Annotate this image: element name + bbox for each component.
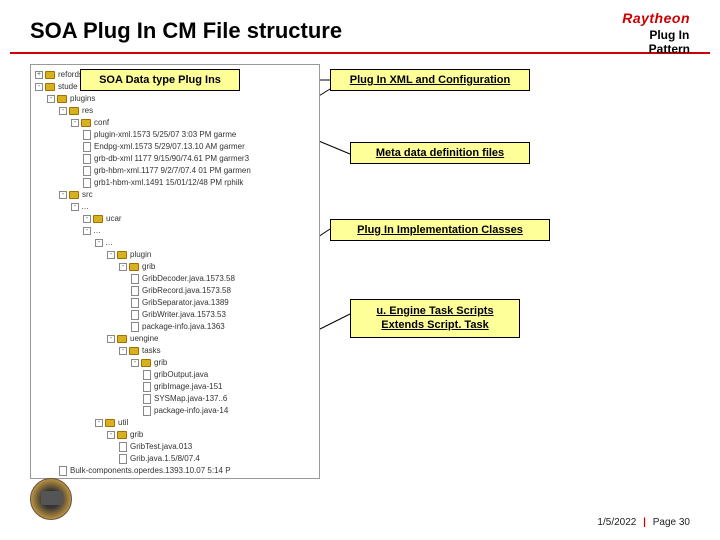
file-icon	[83, 130, 91, 140]
folder-icon	[117, 431, 127, 439]
file-icon	[131, 298, 139, 308]
file-tree: +refordsm -stude rm -plugins -res -conf …	[30, 64, 320, 479]
callout-meta: Meta data definition files	[350, 142, 530, 164]
folder-icon	[117, 251, 127, 259]
page-title: SOA Plug In CM File structure	[30, 18, 690, 44]
file-icon	[131, 322, 139, 332]
folder-icon	[57, 95, 67, 103]
file-icon	[143, 370, 151, 380]
file-icon	[143, 394, 151, 404]
folder-icon	[93, 215, 103, 223]
folder-icon	[129, 347, 139, 355]
file-icon	[83, 166, 91, 176]
folder-icon	[45, 83, 55, 91]
file-icon	[59, 466, 67, 476]
callout-impl: Plug In Implementation Classes	[330, 219, 550, 241]
file-icon	[119, 442, 127, 452]
folder-icon	[117, 335, 127, 343]
file-icon	[131, 274, 139, 284]
file-icon	[83, 154, 91, 164]
pattern-label: Plug In Pattern	[649, 28, 690, 57]
folder-icon	[81, 119, 91, 127]
footer-date: 1/5/2022	[597, 517, 636, 528]
callout-xml-config: Plug In XML and Configuration	[330, 69, 530, 91]
file-icon	[59, 478, 67, 479]
folder-icon	[141, 359, 151, 367]
file-icon	[131, 286, 139, 296]
file-icon	[83, 142, 91, 152]
folder-icon	[69, 191, 79, 199]
footer-page: Page 30	[653, 517, 690, 528]
folder-icon	[45, 71, 55, 79]
file-icon	[131, 310, 139, 320]
footer: 1/5/2022 | Page 30	[597, 517, 690, 528]
folder-icon	[105, 419, 115, 427]
folder-icon	[129, 263, 139, 271]
folder-icon	[69, 107, 79, 115]
file-icon	[143, 406, 151, 416]
brand-logo: Raytheon	[622, 10, 690, 26]
file-icon	[119, 454, 127, 464]
callout-uengine: u. Engine Task Scripts Extends Script. T…	[350, 299, 520, 338]
file-icon	[143, 382, 151, 392]
seal-logo	[30, 478, 72, 520]
callout-data-type: SOA Data type Plug Ins	[80, 69, 240, 91]
file-icon	[83, 178, 91, 188]
content-area: +refordsm -stude rm -plugins -res -conf …	[0, 54, 720, 494]
